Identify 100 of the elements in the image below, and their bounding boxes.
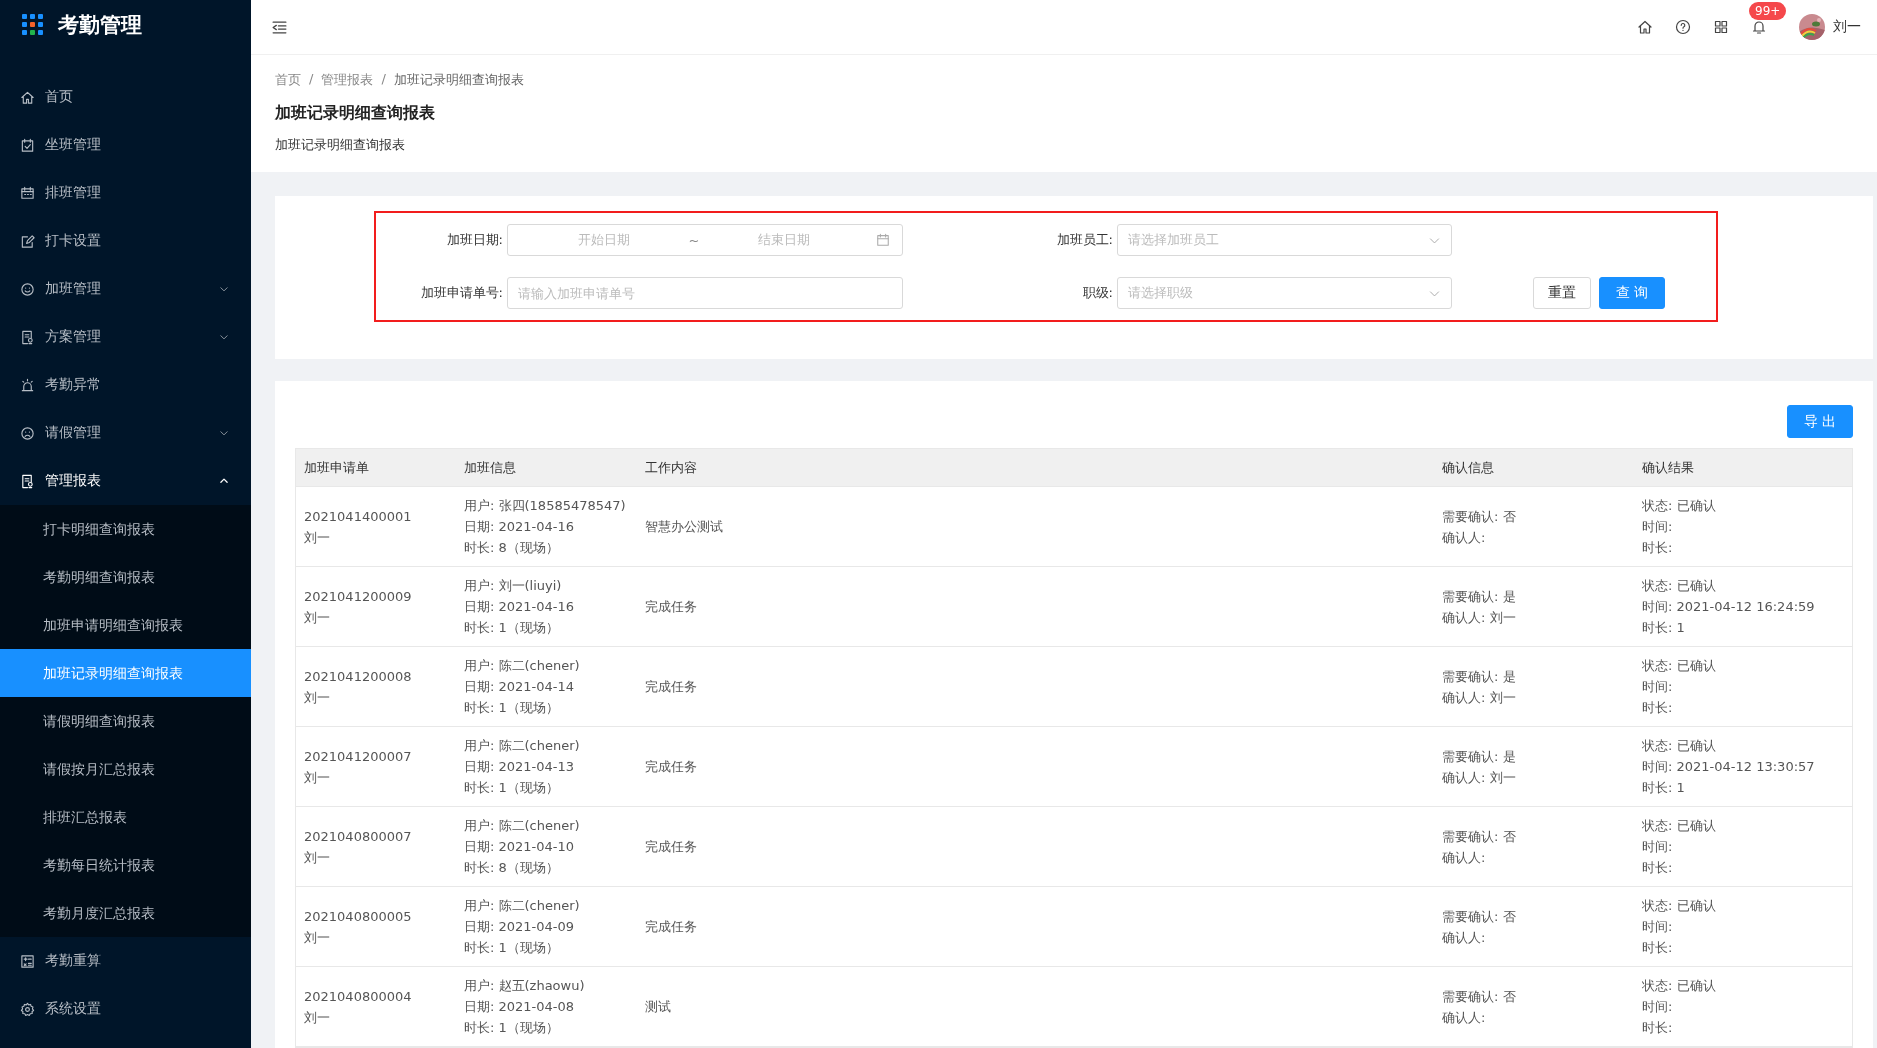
table-cell-text: 日期: 2021-04-16 bbox=[464, 598, 576, 616]
smile-icon bbox=[20, 281, 35, 297]
table-cell-text: 2021041200007 bbox=[304, 747, 413, 766]
calculator-icon bbox=[20, 953, 35, 969]
table-cell-text: 状态: 已确认 bbox=[1642, 497, 1717, 515]
table-cell-text: 时长: bbox=[1642, 1019, 1674, 1037]
column-header: 工作内容 bbox=[644, 459, 698, 477]
page-subtitle: 加班记录明细查询报表 bbox=[275, 136, 406, 154]
table-cell-text: 需要确认: 否 bbox=[1442, 907, 1517, 926]
table-cell-text: 用户: 刘一(liuyi) bbox=[464, 577, 563, 595]
breadcrumb-separator: / bbox=[309, 71, 314, 88]
breadcrumb-link[interactable]: 管理报表 bbox=[321, 71, 374, 89]
home-button[interactable] bbox=[1637, 19, 1653, 35]
submenu-item[interactable]: 打卡明细查询报表 bbox=[0, 505, 251, 553]
table-cell-text: 用户: 陈二(chener) bbox=[464, 817, 581, 835]
menu-item[interactable]: 打卡设置 bbox=[0, 217, 251, 265]
table-cell-text: 刘一 bbox=[304, 848, 331, 867]
app-title: 考勤管理 bbox=[58, 12, 142, 39]
table-cell-text: 时间: bbox=[1642, 838, 1674, 856]
menu-item[interactable]: 首页 bbox=[0, 73, 251, 121]
table-cell-text: 时间: bbox=[1642, 918, 1674, 936]
table-cell-text: 时长: bbox=[1642, 539, 1674, 557]
table-cell-text: 确认人: bbox=[1442, 1008, 1487, 1027]
table-cell-text: 测试 bbox=[645, 998, 672, 1016]
menu-item[interactable]: 排班管理 bbox=[0, 169, 251, 217]
menu-item[interactable]: 管理报表 bbox=[0, 457, 251, 505]
alarm-icon bbox=[20, 377, 35, 393]
table-cell-text: 2021041200009 bbox=[304, 587, 413, 606]
table-cell-text: 状态: 已确认 bbox=[1642, 817, 1717, 835]
help-icon bbox=[1675, 19, 1691, 35]
menu-item[interactable]: 请假管理 bbox=[0, 409, 251, 457]
table-cell-text: 2021041400001 bbox=[304, 507, 413, 526]
column-header: 确认结果 bbox=[1641, 459, 1695, 477]
chevron-down-icon bbox=[219, 332, 229, 342]
table-cell-text: 状态: 已确认 bbox=[1642, 977, 1717, 995]
table-cell-text: 完成任务 bbox=[645, 678, 698, 696]
table-cell-text: 需要确认: 是 bbox=[1442, 667, 1517, 686]
table-cell-text: 时间: 2021-04-12 13:30:57 bbox=[1642, 758, 1816, 776]
date-range-field[interactable]: 开始日期 ~ 结束日期 bbox=[507, 224, 903, 256]
table-cell-text: 刘一 bbox=[304, 1008, 331, 1027]
table-cell-text: 日期: 2021-04-08 bbox=[464, 998, 576, 1016]
table-cell-text: 时间: bbox=[1642, 518, 1674, 536]
submenu-item[interactable]: 考勤每日统计报表 bbox=[0, 841, 251, 889]
table-cell-text: 刘一 bbox=[304, 768, 331, 787]
table-cell-text: 用户: 陈二(chener) bbox=[464, 737, 581, 755]
menu-item[interactable]: 考勤异常 bbox=[0, 361, 251, 409]
table-cell-text: 2021041200008 bbox=[304, 667, 413, 686]
submenu-item[interactable]: 考勤月度汇总报表 bbox=[0, 889, 251, 937]
table-cell-text: 2021040800005 bbox=[304, 907, 413, 926]
table-cell-text: 时长: bbox=[1642, 939, 1674, 957]
submenu-item[interactable]: 排班汇总报表 bbox=[0, 793, 251, 841]
table-cell-text: 时长: 8（现场） bbox=[464, 539, 560, 557]
breadcrumb-link[interactable]: 加班记录明细查询报表 bbox=[393, 71, 524, 89]
table-cell-text: 状态: 已确认 bbox=[1642, 657, 1717, 675]
reset-button[interactable]: 重置 bbox=[1533, 277, 1591, 309]
breadcrumb-link[interactable]: 首页 bbox=[275, 71, 301, 89]
table-cell-text: 时长: 1（现场） bbox=[464, 1019, 560, 1037]
submenu-item[interactable]: 加班申请明细查询报表 bbox=[0, 601, 251, 649]
table-cell-text: 状态: 已确认 bbox=[1642, 737, 1717, 755]
table-cell-text: 刘一 bbox=[304, 688, 331, 707]
breadcrumb-separator: / bbox=[381, 71, 386, 88]
table-cell-text: 用户: 陈二(chener) bbox=[464, 897, 581, 915]
table-cell-text: 确认人: 刘一 bbox=[1442, 608, 1517, 627]
request-number-field[interactable]: 请输入加班申请单号 bbox=[507, 277, 903, 309]
submenu-item[interactable]: 请假按月汇总报表 bbox=[0, 745, 251, 793]
menu-item[interactable]: 加班管理 bbox=[0, 265, 251, 313]
table-cell-text: 需要确认: 是 bbox=[1442, 747, 1517, 766]
table-cell-text: 日期: 2021-04-13 bbox=[464, 758, 576, 776]
submenu-item[interactable]: 考勤明细查询报表 bbox=[0, 553, 251, 601]
menu-item[interactable]: 方案管理 bbox=[0, 313, 251, 361]
menu-item[interactable]: 坐班管理 bbox=[0, 121, 251, 169]
help-button[interactable] bbox=[1675, 19, 1691, 35]
table-cell-text: 2021040800004 bbox=[304, 987, 413, 1006]
table-cell-text: 确认人: 刘一 bbox=[1442, 768, 1517, 787]
calendar-check-icon bbox=[20, 137, 35, 153]
table-cell-text: 完成任务 bbox=[645, 918, 698, 936]
column-header: 加班申请单 bbox=[303, 459, 370, 477]
table-cell-text: 确认人: bbox=[1442, 528, 1487, 547]
user-name[interactable]: 刘一 bbox=[1833, 18, 1861, 36]
notification-badge: 99+ bbox=[1749, 2, 1787, 20]
submenu-item[interactable]: 请假明细查询报表 bbox=[0, 697, 251, 745]
chevron-down-icon bbox=[219, 428, 229, 438]
calendar-icon bbox=[876, 233, 890, 247]
table-cell-text: 时长: 1 bbox=[1642, 779, 1686, 797]
logo-icon bbox=[22, 14, 44, 36]
table-cell-text: 状态: 已确认 bbox=[1642, 897, 1717, 915]
notification-button[interactable] bbox=[1751, 19, 1767, 35]
table-cell-text: 时间: bbox=[1642, 998, 1674, 1016]
table-cell-text: 需要确认: 否 bbox=[1442, 827, 1517, 846]
table-cell-text: 需要确认: 是 bbox=[1442, 587, 1517, 606]
table-cell-text: 时长: bbox=[1642, 699, 1674, 717]
menu-item[interactable]: 考勤重算 bbox=[0, 937, 251, 985]
menu-item[interactable]: 系统设置 bbox=[0, 985, 251, 1033]
table-cell-text: 状态: 已确认 bbox=[1642, 577, 1717, 595]
table-cell-text: 刘一 bbox=[304, 608, 331, 627]
table-cell-text: 日期: 2021-04-16 bbox=[464, 518, 576, 536]
field-label: 职级: bbox=[1081, 284, 1114, 302]
grid-button[interactable] bbox=[1713, 19, 1729, 35]
table-cell-text: 2021040800007 bbox=[304, 827, 413, 846]
table-cell-text: 确认人: bbox=[1442, 848, 1487, 867]
